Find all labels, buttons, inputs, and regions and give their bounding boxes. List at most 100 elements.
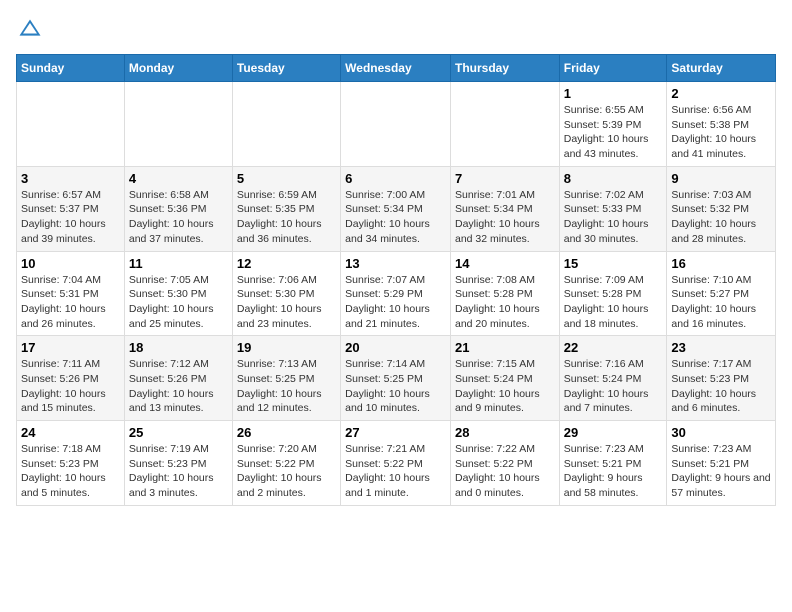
logo <box>16 16 48 44</box>
day-info: Sunrise: 7:09 AMSunset: 5:28 PMDaylight:… <box>564 274 649 330</box>
day-number: 12 <box>237 256 336 271</box>
calendar-week-row: 1 Sunrise: 6:55 AMSunset: 5:39 PMDayligh… <box>17 82 776 167</box>
calendar-cell: 13 Sunrise: 7:07 AMSunset: 5:29 PMDaylig… <box>341 251 451 336</box>
day-info: Sunrise: 7:14 AMSunset: 5:25 PMDaylight:… <box>345 358 430 414</box>
day-info: Sunrise: 6:56 AMSunset: 5:38 PMDaylight:… <box>671 104 756 160</box>
day-info: Sunrise: 7:18 AMSunset: 5:23 PMDaylight:… <box>21 443 106 499</box>
day-number: 1 <box>564 86 663 101</box>
calendar-cell: 7 Sunrise: 7:01 AMSunset: 5:34 PMDayligh… <box>450 166 559 251</box>
day-number: 22 <box>564 340 663 355</box>
day-info: Sunrise: 7:21 AMSunset: 5:22 PMDaylight:… <box>345 443 430 499</box>
calendar-cell: 24 Sunrise: 7:18 AMSunset: 5:23 PMDaylig… <box>17 421 125 506</box>
calendar-cell: 8 Sunrise: 7:02 AMSunset: 5:33 PMDayligh… <box>559 166 667 251</box>
day-info: Sunrise: 6:57 AMSunset: 5:37 PMDaylight:… <box>21 189 106 245</box>
day-number: 13 <box>345 256 446 271</box>
day-info: Sunrise: 7:05 AMSunset: 5:30 PMDaylight:… <box>129 274 214 330</box>
day-header-friday: Friday <box>559 55 667 82</box>
day-info: Sunrise: 7:08 AMSunset: 5:28 PMDaylight:… <box>455 274 540 330</box>
day-number: 11 <box>129 256 228 271</box>
day-number: 5 <box>237 171 336 186</box>
day-info: Sunrise: 7:20 AMSunset: 5:22 PMDaylight:… <box>237 443 322 499</box>
calendar-cell: 2 Sunrise: 6:56 AMSunset: 5:38 PMDayligh… <box>667 82 776 167</box>
day-number: 4 <box>129 171 228 186</box>
day-info: Sunrise: 7:16 AMSunset: 5:24 PMDaylight:… <box>564 358 649 414</box>
day-number: 9 <box>671 171 771 186</box>
day-number: 16 <box>671 256 771 271</box>
calendar-cell: 28 Sunrise: 7:22 AMSunset: 5:22 PMDaylig… <box>450 421 559 506</box>
day-number: 10 <box>21 256 120 271</box>
calendar-cell: 11 Sunrise: 7:05 AMSunset: 5:30 PMDaylig… <box>124 251 232 336</box>
calendar-week-row: 3 Sunrise: 6:57 AMSunset: 5:37 PMDayligh… <box>17 166 776 251</box>
logo-icon <box>16 16 44 44</box>
calendar-cell: 29 Sunrise: 7:23 AMSunset: 5:21 PMDaylig… <box>559 421 667 506</box>
calendar-cell: 14 Sunrise: 7:08 AMSunset: 5:28 PMDaylig… <box>450 251 559 336</box>
day-header-monday: Monday <box>124 55 232 82</box>
day-number: 3 <box>21 171 120 186</box>
calendar-cell: 26 Sunrise: 7:20 AMSunset: 5:22 PMDaylig… <box>232 421 340 506</box>
day-info: Sunrise: 7:10 AMSunset: 5:27 PMDaylight:… <box>671 274 756 330</box>
calendar-week-row: 17 Sunrise: 7:11 AMSunset: 5:26 PMDaylig… <box>17 336 776 421</box>
day-info: Sunrise: 6:58 AMSunset: 5:36 PMDaylight:… <box>129 189 214 245</box>
calendar-cell <box>124 82 232 167</box>
calendar-cell: 19 Sunrise: 7:13 AMSunset: 5:25 PMDaylig… <box>232 336 340 421</box>
day-header-saturday: Saturday <box>667 55 776 82</box>
day-number: 24 <box>21 425 120 440</box>
day-info: Sunrise: 7:01 AMSunset: 5:34 PMDaylight:… <box>455 189 540 245</box>
day-info: Sunrise: 7:22 AMSunset: 5:22 PMDaylight:… <box>455 443 540 499</box>
day-info: Sunrise: 7:02 AMSunset: 5:33 PMDaylight:… <box>564 189 649 245</box>
day-number: 2 <box>671 86 771 101</box>
day-number: 6 <box>345 171 446 186</box>
day-number: 21 <box>455 340 555 355</box>
calendar-cell: 20 Sunrise: 7:14 AMSunset: 5:25 PMDaylig… <box>341 336 451 421</box>
day-header-sunday: Sunday <box>17 55 125 82</box>
day-number: 20 <box>345 340 446 355</box>
calendar-cell: 6 Sunrise: 7:00 AMSunset: 5:34 PMDayligh… <box>341 166 451 251</box>
calendar-cell <box>341 82 451 167</box>
calendar-cell <box>232 82 340 167</box>
calendar-cell: 18 Sunrise: 7:12 AMSunset: 5:26 PMDaylig… <box>124 336 232 421</box>
calendar-header-row: SundayMondayTuesdayWednesdayThursdayFrid… <box>17 55 776 82</box>
day-info: Sunrise: 7:17 AMSunset: 5:23 PMDaylight:… <box>671 358 756 414</box>
calendar-cell: 22 Sunrise: 7:16 AMSunset: 5:24 PMDaylig… <box>559 336 667 421</box>
calendar-cell: 17 Sunrise: 7:11 AMSunset: 5:26 PMDaylig… <box>17 336 125 421</box>
day-info: Sunrise: 7:00 AMSunset: 5:34 PMDaylight:… <box>345 189 430 245</box>
day-header-tuesday: Tuesday <box>232 55 340 82</box>
day-number: 18 <box>129 340 228 355</box>
day-info: Sunrise: 7:04 AMSunset: 5:31 PMDaylight:… <box>21 274 106 330</box>
day-number: 30 <box>671 425 771 440</box>
calendar-cell: 27 Sunrise: 7:21 AMSunset: 5:22 PMDaylig… <box>341 421 451 506</box>
calendar-week-row: 24 Sunrise: 7:18 AMSunset: 5:23 PMDaylig… <box>17 421 776 506</box>
day-info: Sunrise: 7:19 AMSunset: 5:23 PMDaylight:… <box>129 443 214 499</box>
day-info: Sunrise: 7:15 AMSunset: 5:24 PMDaylight:… <box>455 358 540 414</box>
calendar-cell: 1 Sunrise: 6:55 AMSunset: 5:39 PMDayligh… <box>559 82 667 167</box>
day-info: Sunrise: 7:07 AMSunset: 5:29 PMDaylight:… <box>345 274 430 330</box>
day-number: 15 <box>564 256 663 271</box>
calendar-cell: 5 Sunrise: 6:59 AMSunset: 5:35 PMDayligh… <box>232 166 340 251</box>
calendar-cell <box>17 82 125 167</box>
day-info: Sunrise: 7:11 AMSunset: 5:26 PMDaylight:… <box>21 358 106 414</box>
calendar-cell: 25 Sunrise: 7:19 AMSunset: 5:23 PMDaylig… <box>124 421 232 506</box>
calendar-cell: 9 Sunrise: 7:03 AMSunset: 5:32 PMDayligh… <box>667 166 776 251</box>
calendar-cell: 15 Sunrise: 7:09 AMSunset: 5:28 PMDaylig… <box>559 251 667 336</box>
calendar-cell: 16 Sunrise: 7:10 AMSunset: 5:27 PMDaylig… <box>667 251 776 336</box>
day-header-thursday: Thursday <box>450 55 559 82</box>
calendar-cell: 3 Sunrise: 6:57 AMSunset: 5:37 PMDayligh… <box>17 166 125 251</box>
day-header-wednesday: Wednesday <box>341 55 451 82</box>
day-number: 26 <box>237 425 336 440</box>
calendar-cell: 12 Sunrise: 7:06 AMSunset: 5:30 PMDaylig… <box>232 251 340 336</box>
calendar-table: SundayMondayTuesdayWednesdayThursdayFrid… <box>16 54 776 506</box>
day-info: Sunrise: 7:23 AMSunset: 5:21 PMDaylight:… <box>564 443 644 499</box>
day-number: 17 <box>21 340 120 355</box>
day-number: 28 <box>455 425 555 440</box>
day-number: 19 <box>237 340 336 355</box>
calendar-cell: 23 Sunrise: 7:17 AMSunset: 5:23 PMDaylig… <box>667 336 776 421</box>
day-number: 25 <box>129 425 228 440</box>
calendar-week-row: 10 Sunrise: 7:04 AMSunset: 5:31 PMDaylig… <box>17 251 776 336</box>
day-info: Sunrise: 7:03 AMSunset: 5:32 PMDaylight:… <box>671 189 756 245</box>
day-info: Sunrise: 6:55 AMSunset: 5:39 PMDaylight:… <box>564 104 649 160</box>
calendar-cell: 10 Sunrise: 7:04 AMSunset: 5:31 PMDaylig… <box>17 251 125 336</box>
calendar-cell: 21 Sunrise: 7:15 AMSunset: 5:24 PMDaylig… <box>450 336 559 421</box>
day-number: 23 <box>671 340 771 355</box>
day-info: Sunrise: 7:06 AMSunset: 5:30 PMDaylight:… <box>237 274 322 330</box>
day-info: Sunrise: 7:12 AMSunset: 5:26 PMDaylight:… <box>129 358 214 414</box>
